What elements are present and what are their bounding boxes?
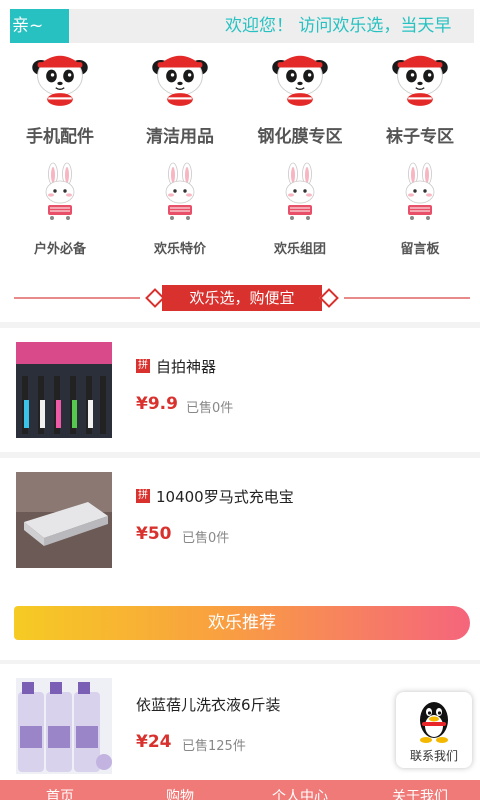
product-price: ¥50	[136, 524, 172, 544]
panda-icon	[388, 44, 452, 108]
group-buy-badge: 拼	[136, 359, 150, 373]
product-price: ¥9.9	[136, 394, 178, 414]
product-name: 自拍神器	[156, 358, 217, 376]
category-socks[interactable]: 袜子专区	[360, 44, 480, 147]
divider-line-right	[344, 297, 470, 299]
section-separator	[0, 660, 480, 664]
qq-penguin-icon	[420, 702, 448, 743]
category-phone-accessories[interactable]: 手机配件	[0, 44, 120, 147]
tab-shopping[interactable]: 购物	[120, 790, 240, 800]
group-buy-badge: 拼	[136, 489, 150, 503]
category-label: 袜子专区	[386, 127, 454, 147]
bottom-tab-bar: 首页 购物 个人中心 关于我们	[0, 780, 480, 800]
section-separator	[0, 322, 480, 328]
product-thumbnail	[16, 342, 112, 438]
notice-bar[interactable]: 亲~ 欢迎您！ 访问欢乐选，当天早	[10, 9, 474, 43]
section-divider: 欢乐选，购便宜	[0, 285, 480, 311]
recommend-banner: 欢乐推荐	[14, 606, 470, 640]
product-card[interactable]: 拼 自拍神器 ¥9.9 已售0件	[0, 342, 480, 442]
category-outdoor[interactable]: 户外必备	[0, 162, 120, 257]
category-label: 留言板	[400, 242, 440, 257]
product-thumbnail	[16, 678, 112, 774]
category-group-buy[interactable]: 欢乐组团	[240, 162, 360, 257]
ribbon-end-right	[319, 288, 339, 308]
notice-marquee-text: 欢迎您！ 访问欢乐选，当天早	[225, 16, 452, 36]
notice-tag: 亲~	[10, 9, 69, 43]
category-label: 户外必备	[33, 242, 86, 257]
product-thumbnail	[16, 472, 112, 568]
product-name: 10400罗马式充电宝	[156, 488, 294, 506]
product-card[interactable]: 拼 10400罗马式充电宝 ¥50 已售0件	[0, 472, 480, 572]
category-label: 欢乐组团	[273, 242, 326, 257]
rabbit-icon	[150, 162, 210, 222]
rabbit-icon	[270, 162, 330, 222]
category-label: 清洁用品	[146, 127, 214, 147]
tab-personal-center[interactable]: 个人中心	[240, 790, 360, 800]
category-tempered-film[interactable]: 钢化膜专区	[240, 44, 360, 147]
rabbit-icon	[390, 162, 450, 222]
product-sold-count: 已售0件	[182, 531, 230, 546]
category-cleaning-supplies[interactable]: 清洁用品	[120, 44, 240, 147]
rabbit-icon	[30, 162, 90, 222]
category-label: 手机配件	[26, 127, 94, 147]
contact-us-button[interactable]: 联系我们	[396, 692, 472, 768]
category-label: 欢乐特价	[153, 242, 206, 257]
panda-icon	[28, 44, 92, 108]
panda-icon	[148, 44, 212, 108]
category-special-offer[interactable]: 欢乐特价	[120, 162, 240, 257]
product-sold-count: 已售0件	[186, 401, 234, 416]
divider-line-left	[14, 297, 140, 299]
contact-label: 联系我们	[409, 749, 458, 763]
category-label: 钢化膜专区	[257, 127, 343, 147]
tab-home[interactable]: 首页	[0, 790, 120, 800]
panda-icon	[268, 44, 332, 108]
product-name: 依蓝蓓儿洗衣液6斤装	[136, 696, 281, 714]
category-message-board[interactable]: 留言板	[360, 162, 480, 257]
product-price: ¥24	[136, 732, 172, 752]
section-separator	[0, 452, 480, 458]
tab-about-us[interactable]: 关于我们	[360, 790, 480, 800]
section-title: 欢乐选，购便宜	[162, 285, 322, 311]
product-sold-count: 已售125件	[182, 739, 246, 754]
